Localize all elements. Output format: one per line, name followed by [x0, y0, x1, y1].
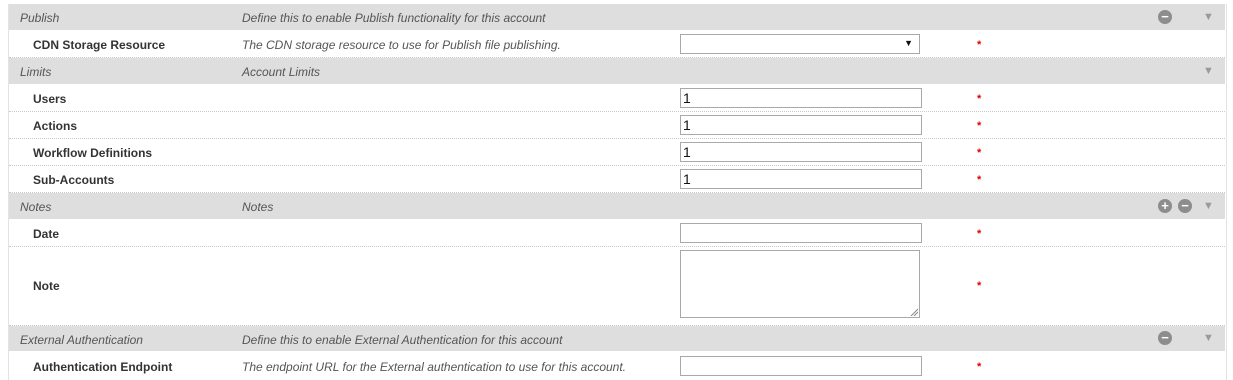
chevron-down-icon[interactable]: ▼: [1203, 65, 1214, 77]
section-header-external-authentication: External Authentication Define this to e…: [9, 326, 1225, 351]
chevron-down-icon[interactable]: ▼: [1203, 11, 1214, 23]
field-row-users: Users *: [9, 85, 1225, 112]
section-description: Notes: [242, 200, 274, 214]
required-marker: *: [977, 147, 982, 159]
field-description: The endpoint URL for the External authen…: [242, 360, 627, 374]
section-description: Define this to enable Publish functional…: [242, 11, 546, 25]
section-header-notes: Notes Notes + − ▼: [9, 193, 1225, 219]
field-label: CDN Storage Resource: [33, 38, 166, 52]
required-marker: *: [977, 120, 982, 132]
minus-circle-icon[interactable]: −: [1158, 10, 1172, 24]
field-row-cdn-storage-resource: CDN Storage Resource The CDN storage res…: [9, 30, 1225, 58]
required-marker: *: [977, 39, 982, 51]
field-label: Users: [33, 92, 67, 106]
field-description: The CDN storage resource to use for Publ…: [242, 38, 561, 52]
field-row-sub-accounts: Sub-Accounts *: [9, 166, 1225, 193]
section-description: Account Limits: [242, 65, 321, 79]
section-title: Notes: [20, 200, 52, 214]
field-label: Note: [33, 279, 60, 293]
dropdown-arrow-icon[interactable]: ▼: [904, 38, 913, 48]
workflow-definitions-input[interactable]: [680, 142, 922, 162]
section-header-publish: Publish Define this to enable Publish fu…: [9, 4, 1225, 30]
minus-circle-icon[interactable]: −: [1178, 199, 1192, 213]
section-header-limits: Limits Account Limits ▼: [9, 58, 1225, 84]
field-label: Sub-Accounts: [33, 173, 115, 187]
section-title: Limits: [20, 65, 52, 79]
resize-grip-icon[interactable]: [910, 308, 918, 316]
field-row-workflow-definitions: Workflow Definitions *: [9, 139, 1225, 166]
required-marker: *: [977, 361, 982, 373]
minus-circle-icon[interactable]: −: [1158, 331, 1172, 345]
sub-accounts-input[interactable]: [680, 169, 922, 189]
field-row-actions: Actions *: [9, 112, 1225, 139]
field-label: Authentication Endpoint: [33, 360, 173, 374]
authentication-endpoint-input[interactable]: [680, 356, 922, 376]
section-title: External Authentication: [20, 333, 143, 347]
field-row-note: Note *: [9, 247, 1225, 326]
cdn-storage-resource-select[interactable]: ▼: [680, 34, 920, 54]
chevron-down-icon[interactable]: ▼: [1203, 200, 1214, 212]
section-description: Define this to enable External Authentic…: [242, 333, 563, 347]
required-marker: *: [977, 93, 982, 105]
note-textarea[interactable]: [680, 250, 920, 318]
plus-circle-icon[interactable]: +: [1158, 199, 1172, 213]
required-marker: *: [977, 228, 982, 240]
field-label: Actions: [33, 119, 78, 133]
required-marker: *: [977, 280, 982, 292]
field-row-authentication-endpoint: Authentication Endpoint The endpoint URL…: [9, 352, 1225, 379]
users-input[interactable]: [680, 88, 922, 108]
chevron-down-icon[interactable]: ▼: [1203, 332, 1214, 344]
field-label: Date: [33, 227, 60, 241]
date-input[interactable]: [680, 223, 922, 243]
field-row-date: Date *: [9, 220, 1225, 247]
actions-input[interactable]: [680, 115, 922, 135]
field-label: Workflow Definitions: [33, 146, 153, 160]
section-title: Publish: [20, 11, 60, 25]
account-form: Publish Define this to enable Publish fu…: [0, 0, 1233, 380]
required-marker: *: [977, 174, 982, 186]
